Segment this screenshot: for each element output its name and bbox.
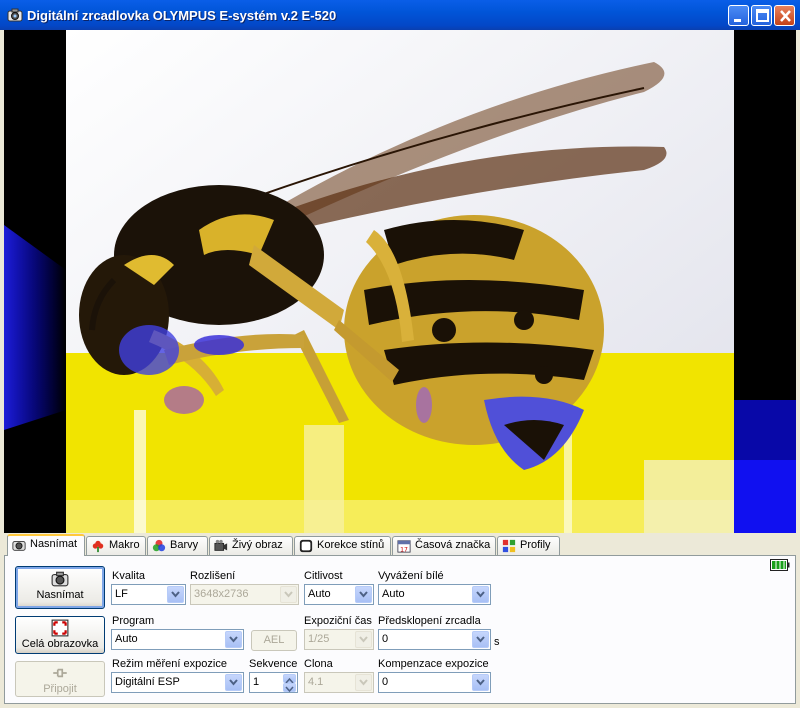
fullscreen-icon	[51, 619, 69, 637]
program-label: Program	[112, 615, 155, 627]
connect-button[interactable]: Připojit	[15, 661, 105, 697]
chevron-down-icon	[167, 586, 184, 603]
sequence-value: 1	[253, 676, 260, 688]
quality-label: Kvalita	[112, 570, 146, 582]
tab-colors[interactable]: Barvy	[147, 536, 208, 555]
profiles-grid-icon	[502, 539, 516, 553]
quality-value: LF	[115, 588, 128, 600]
mirror-prelift-unit: s	[494, 636, 500, 648]
mirror-prelift-label: Předsklopení zrcadla	[378, 615, 481, 627]
aperture-select[interactable]: 4.1	[304, 672, 374, 693]
aperture-value: 4.1	[308, 676, 324, 688]
wasp-photo	[4, 30, 796, 533]
maximize-button[interactable]	[751, 5, 772, 26]
tab-live-view[interactable]: Živý obraz	[209, 536, 293, 555]
battery-full-icon	[770, 559, 790, 571]
ael-button[interactable]: AEL	[251, 630, 297, 651]
tab-bar: Nasnímat Makro Barvy Živý obraz Korekce …	[4, 534, 796, 556]
tab-label: Makro	[109, 539, 140, 551]
chevron-down-icon	[355, 631, 372, 648]
aperture-label: Clona	[304, 658, 333, 670]
svg-text:17: 17	[400, 546, 408, 553]
resolution-select[interactable]: 3648x2736	[190, 584, 299, 605]
tab-label: Živý obraz	[232, 539, 283, 551]
tab-timestamp[interactable]: 17 Časová značka	[392, 536, 496, 555]
tab-profiles[interactable]: Profily	[497, 536, 560, 555]
exposure-comp-value: 0	[382, 676, 389, 688]
white-balance-value: Auto	[382, 588, 405, 600]
video-camera-icon	[214, 539, 228, 551]
close-icon	[780, 10, 791, 22]
spin-down-icon[interactable]	[283, 683, 296, 693]
white-balance-select[interactable]: Auto	[378, 584, 491, 605]
tab-shadow-correction[interactable]: Korekce stínů	[294, 536, 391, 555]
camera-icon	[7, 8, 23, 22]
metering-label: Režim měření expozice	[112, 658, 227, 670]
sensitivity-select[interactable]: Auto	[304, 584, 374, 605]
connect-icon	[53, 668, 67, 678]
chevron-down-icon	[472, 631, 489, 648]
calendar-icon: 17	[397, 540, 411, 553]
minimize-icon	[734, 19, 741, 22]
rgb-circles-icon	[152, 539, 166, 552]
live-preview[interactable]	[4, 30, 796, 533]
metering-value: Digitální ESP	[115, 676, 180, 688]
maximize-icon	[756, 9, 769, 22]
chevron-down-icon	[225, 674, 242, 691]
shadow-correction-icon	[299, 539, 313, 553]
mirror-prelift-select[interactable]: 0	[378, 629, 491, 650]
camera-icon	[12, 541, 26, 551]
tab-label: Barvy	[170, 539, 199, 551]
chevron-down-icon	[355, 586, 372, 603]
program-value: Auto	[115, 633, 138, 645]
metering-select[interactable]: Digitální ESP	[111, 672, 244, 693]
white-balance-label: Vyvážení bílé	[378, 570, 444, 582]
app-window: Digitální zrcadlovka OLYMPUS E-systém v.…	[0, 0, 800, 708]
tab-capture[interactable]: Nasnímat	[7, 534, 85, 556]
flower-icon	[92, 540, 104, 553]
mirror-prelift-value: 0	[382, 633, 389, 645]
chevron-down-icon	[355, 674, 372, 691]
tab-macro[interactable]: Makro	[86, 536, 146, 555]
connect-button-label: Připojit	[43, 683, 77, 695]
chevron-down-icon	[225, 631, 242, 648]
sequence-label: Sekvence	[249, 658, 298, 670]
exposure-comp-label: Kompenzace expozice	[378, 658, 489, 670]
sequence-stepper[interactable]: 1	[249, 672, 298, 693]
exposure-time-value: 1/25	[308, 633, 330, 645]
close-button[interactable]	[774, 5, 795, 26]
resolution-label: Rozlišení	[190, 570, 236, 582]
capture-button[interactable]: Nasnímat	[15, 566, 105, 609]
spin-up-icon[interactable]	[283, 674, 296, 684]
minimize-button[interactable]	[728, 5, 749, 26]
chevron-down-icon	[472, 674, 489, 691]
tab-label: Časová značka	[415, 539, 491, 551]
title-bar[interactable]: Digitální zrcadlovka OLYMPUS E-systém v.…	[0, 0, 800, 30]
chevron-down-icon	[280, 586, 297, 603]
exposure-time-label: Expoziční čas	[304, 615, 372, 627]
exposure-comp-select[interactable]: 0	[378, 672, 491, 693]
capture-button-label: Nasnímat	[36, 589, 84, 601]
tab-label: Profily	[520, 539, 551, 551]
resolution-value: 3648x2736	[194, 588, 249, 600]
window-title: Digitální zrcadlovka OLYMPUS E-systém v.…	[27, 8, 337, 23]
tab-label: Korekce stínů	[317, 539, 385, 551]
tab-label: Nasnímat	[30, 538, 78, 550]
fullscreen-button-label: Celá obrazovka	[21, 638, 99, 650]
exposure-time-select[interactable]: 1/25	[304, 629, 374, 650]
quality-select[interactable]: LF	[111, 584, 186, 605]
fullscreen-button[interactable]: Celá obrazovka	[15, 616, 105, 654]
program-select[interactable]: Auto	[111, 629, 244, 650]
camera-icon	[51, 571, 69, 587]
sensitivity-value: Auto	[308, 588, 331, 600]
sensitivity-label: Citlivost	[304, 570, 343, 582]
chevron-down-icon	[472, 586, 489, 603]
